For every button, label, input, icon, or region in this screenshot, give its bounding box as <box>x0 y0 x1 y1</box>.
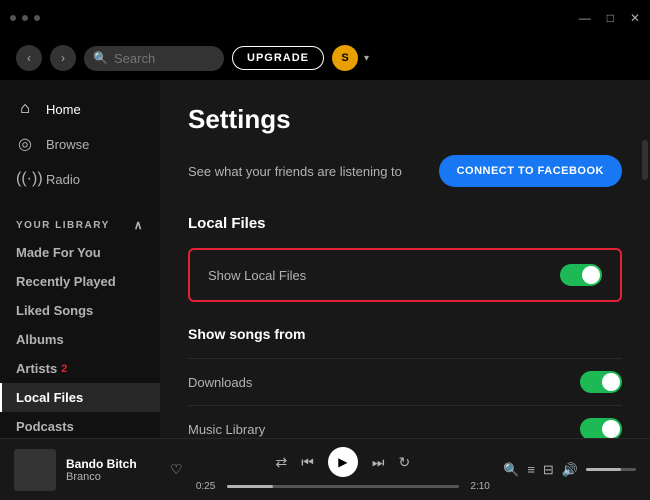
music-library-toggle-knob <box>602 420 620 438</box>
queue-icon[interactable]: ≡ <box>527 462 535 477</box>
sidebar-item-browse-label: Browse <box>46 137 89 152</box>
window-controls[interactable]: — □ ✕ <box>579 11 640 25</box>
track-name: Bando Bitch <box>66 457 156 471</box>
downloads-label: Downloads <box>188 375 252 390</box>
sidebar-nav: ⌂ Home ◎ Browse ((·)) Radio <box>0 80 160 204</box>
devices-icon[interactable]: ⊟ <box>543 462 554 478</box>
library-section-header: YOUR LIBRARY ∧ <box>0 204 160 238</box>
show-local-files-row: Show Local Files <box>208 264 602 286</box>
radio-icon: ((·)) <box>16 170 34 188</box>
show-local-files-label: Show Local Files <box>208 268 306 283</box>
sidebar-item-made-for-you[interactable]: Made For You <box>0 238 160 267</box>
play-button[interactable]: ▶ <box>328 447 358 477</box>
show-songs-from-label: Show songs from <box>188 326 622 342</box>
forward-button[interactable]: › <box>50 45 76 71</box>
current-time: 0:25 <box>193 481 219 492</box>
page-title: Settings <box>188 104 622 135</box>
volume-bar[interactable] <box>586 468 636 471</box>
total-time: 2:10 <box>467 481 493 492</box>
shuffle-button[interactable]: ⇄ <box>276 454 288 471</box>
controls-row: ⇄ ⏮ ▶ ⏭ ↻ <box>276 447 411 477</box>
sidebar-item-podcasts[interactable]: Podcasts <box>0 412 160 438</box>
main-layout: ⌂ Home ◎ Browse ((·)) Radio YOUR LIBRARY… <box>0 80 650 438</box>
back-button[interactable]: ‹ <box>16 45 42 71</box>
downloads-toggle-knob <box>602 373 620 391</box>
search-right-icon[interactable]: 🔍 <box>503 462 519 478</box>
dot-1 <box>10 15 16 21</box>
like-icon[interactable]: ♡ <box>170 461 183 478</box>
search-icon: 🔍 <box>93 51 108 65</box>
content-area: Settings See what your friends are liste… <box>160 80 650 438</box>
upgrade-button[interactable]: UPGRADE <box>232 46 324 70</box>
downloads-source-row: Downloads <box>188 358 622 405</box>
connect-facebook-button[interactable]: CONNECT TO FACEBOOK <box>439 155 622 187</box>
avatar[interactable]: S <box>332 45 358 71</box>
sidebar-item-home-label: Home <box>46 102 81 117</box>
browse-icon: ◎ <box>16 134 34 154</box>
sidebar-item-home[interactable]: ⌂ Home <box>0 92 160 126</box>
library-collapse-arrow[interactable]: ∧ <box>134 218 144 232</box>
library-header-label: YOUR LIBRARY <box>16 220 110 231</box>
title-bar-dots <box>10 15 40 21</box>
sidebar-item-browse[interactable]: ◎ Browse <box>0 126 160 162</box>
scrollbar[interactable] <box>642 140 648 180</box>
show-local-files-toggle[interactable] <box>560 264 602 286</box>
progress-bar[interactable] <box>227 485 460 488</box>
player-bar: Bando Bitch Branco ♡ ⇄ ⏮ ▶ ⏭ ↻ 0:25 2:10… <box>0 438 650 500</box>
sidebar-item-radio-label: Radio <box>46 172 80 187</box>
track-info: Bando Bitch Branco <box>66 457 156 483</box>
sidebar-item-albums[interactable]: Albums <box>0 325 160 354</box>
close-button[interactable]: ✕ <box>630 11 640 25</box>
local-files-box: Show Local Files <box>188 248 622 302</box>
home-icon: ⌂ <box>16 100 34 118</box>
track-artist: Branco <box>66 471 156 483</box>
forward-arrow-icon: › <box>61 51 65 65</box>
music-library-toggle[interactable] <box>580 418 622 438</box>
downloads-toggle[interactable] <box>580 371 622 393</box>
sidebar-item-radio[interactable]: ((·)) Radio <box>0 162 160 196</box>
back-arrow-icon: ‹ <box>27 51 31 65</box>
music-library-source-row: Music Library <box>188 405 622 438</box>
minimize-button[interactable]: — <box>579 11 591 25</box>
repeat-button[interactable]: ↻ <box>398 454 410 471</box>
progress-row: 0:25 2:10 <box>193 481 494 492</box>
dot-2 <box>22 15 28 21</box>
title-bar: — □ ✕ <box>0 0 650 36</box>
sidebar-item-recently-played[interactable]: Recently Played <box>0 267 160 296</box>
volume-icon[interactable]: 🔊 <box>562 462 578 478</box>
sidebar-item-liked-songs[interactable]: Liked Songs <box>0 296 160 325</box>
nav-bar: ‹ › 🔍 UPGRADE S ▾ <box>0 36 650 80</box>
sidebar-item-local-files[interactable]: Local Files <box>0 383 160 412</box>
facebook-text: See what your friends are listening to <box>188 164 402 179</box>
maximize-button[interactable]: □ <box>607 11 614 25</box>
player-right-controls: 🔍 ≡ ⊟ 🔊 <box>503 462 636 478</box>
track-thumbnail <box>14 449 56 491</box>
facebook-row: See what your friends are listening to C… <box>188 155 622 187</box>
toggle-knob <box>582 266 600 284</box>
user-menu-chevron[interactable]: ▾ <box>364 53 369 64</box>
player-controls: ⇄ ⏮ ▶ ⏭ ↻ 0:25 2:10 <box>193 447 494 492</box>
progress-fill <box>227 485 274 488</box>
volume-fill <box>586 468 621 471</box>
music-library-label: Music Library <box>188 422 265 437</box>
prev-button[interactable]: ⏮ <box>301 454 314 471</box>
sidebar-item-artists[interactable]: Artists 2 <box>0 354 160 383</box>
local-files-section-label: Local Files <box>188 215 622 232</box>
artists-badge: 2 <box>61 363 67 375</box>
dot-3 <box>34 15 40 21</box>
next-button[interactable]: ⏭ <box>372 454 385 471</box>
sidebar: ⌂ Home ◎ Browse ((·)) Radio YOUR LIBRARY… <box>0 80 160 438</box>
search-wrapper: 🔍 <box>84 46 224 71</box>
user-area: S ▾ <box>332 45 369 71</box>
